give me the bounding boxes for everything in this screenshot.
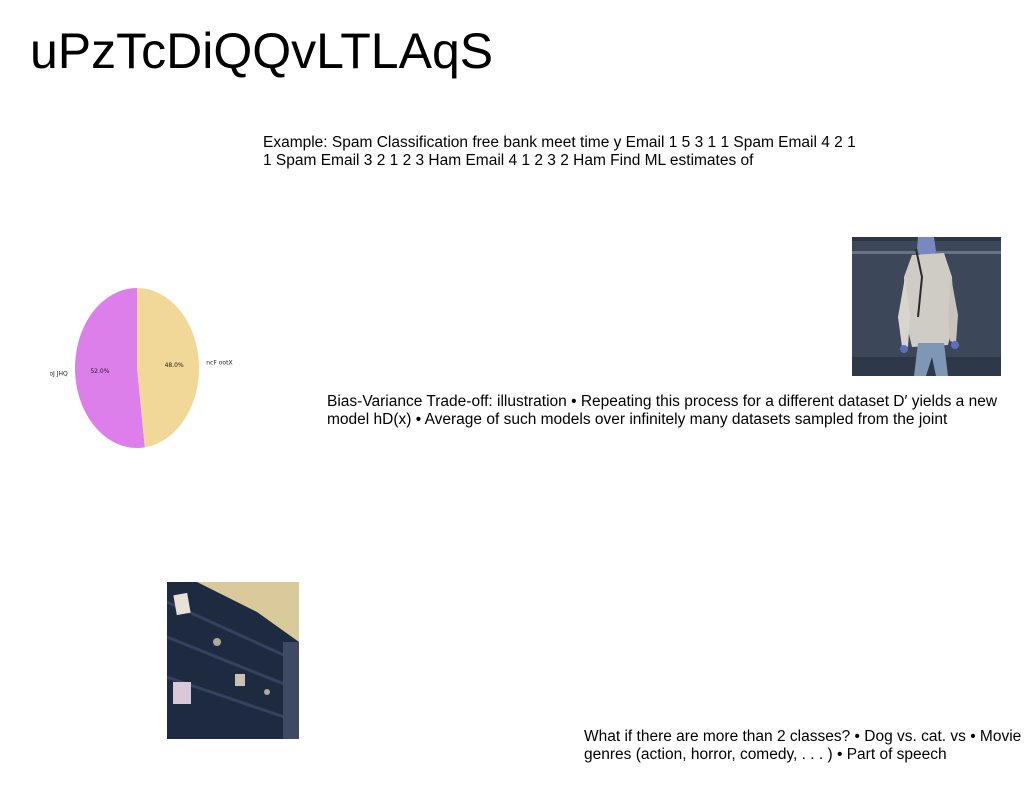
pie-chart-svg: 48.0% ncF ootX 52.0% oJ JHQ	[50, 288, 233, 448]
bias-variance-text: Bias-Variance Trade-off: illustration • …	[327, 393, 998, 428]
pie-chart: 48.0% ncF ootX 52.0% oJ JHQ	[50, 280, 240, 455]
pie-category-label-1: oJ JHQ	[50, 371, 68, 378]
page-title: uPzTcDiQQvLTLAqS	[30, 23, 494, 79]
pie-slice-1	[75, 288, 145, 448]
multiclass-text: What if there are more than 2 classes? •…	[584, 728, 1022, 763]
spam-example-text: Example: Spam Classification free bank m…	[263, 134, 856, 169]
pie-percent-label-0: 48.0%	[165, 362, 184, 369]
person-photo-image	[852, 237, 1001, 376]
wall-photo-image	[167, 582, 299, 739]
pie-percent-label-1: 52.0%	[90, 368, 109, 375]
pie-category-label-0: ncF ootX	[206, 359, 232, 366]
person-photo	[852, 237, 1001, 376]
wall-photo	[167, 582, 299, 739]
